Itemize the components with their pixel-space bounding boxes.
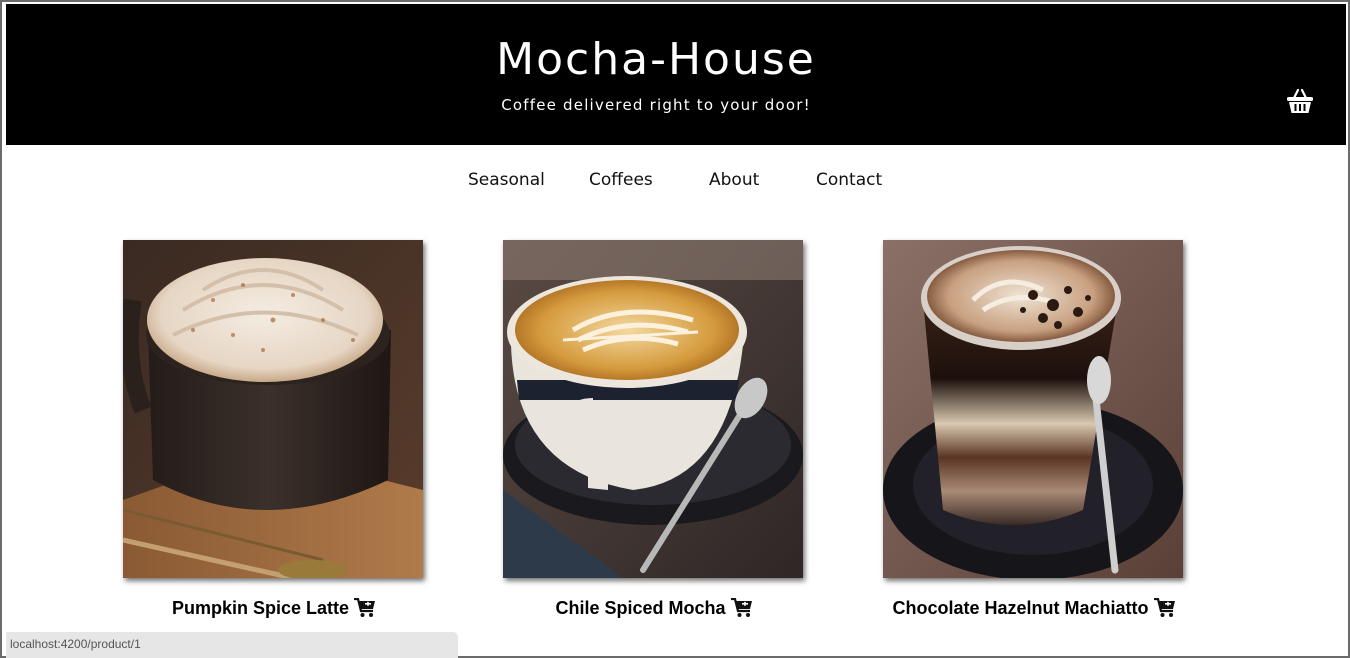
nav-item-coffees[interactable]: Coffees — [589, 170, 653, 190]
basket-icon[interactable] — [1286, 87, 1314, 115]
product-title[interactable]: Chocolate Hazelnut Machiatto — [883, 597, 1185, 623]
product-card[interactable]: Pumpkin Spice Latte — [123, 240, 425, 618]
product-card[interactable]: Chocolate Hazelnut Machiatto — [883, 240, 1185, 618]
product-card[interactable]: Chile Spiced Mocha — [503, 240, 805, 618]
nav-item-contact[interactable]: Contact — [816, 170, 882, 190]
nav-item-seasonal[interactable]: Seasonal — [468, 170, 545, 190]
product-title[interactable]: Chile Spiced Mocha — [503, 597, 805, 623]
site-tagline: Coffee delivered right to your door! — [501, 96, 811, 114]
site-header: Mocha-House Coffee delivered right to yo… — [6, 4, 1346, 145]
product-name[interactable]: Chocolate Hazelnut Machiatto — [892, 598, 1148, 618]
add-to-cart-icon[interactable] — [1153, 597, 1176, 623]
product-image[interactable] — [883, 240, 1183, 578]
product-image[interactable] — [123, 240, 423, 578]
add-to-cart-icon[interactable] — [730, 597, 753, 623]
site-title: Mocha-House — [496, 34, 816, 85]
status-bar-url: localhost:4200/product/1 — [6, 632, 458, 658]
product-name[interactable]: Chile Spiced Mocha — [555, 598, 725, 618]
product-name[interactable]: Pumpkin Spice Latte — [172, 598, 349, 618]
add-to-cart-icon[interactable] — [354, 597, 376, 623]
nav-item-about[interactable]: About — [709, 170, 759, 190]
product-title[interactable]: Pumpkin Spice Latte — [123, 597, 425, 623]
main-nav: Seasonal Coffees About Contact — [2, 170, 1348, 194]
product-image[interactable] — [503, 240, 803, 578]
